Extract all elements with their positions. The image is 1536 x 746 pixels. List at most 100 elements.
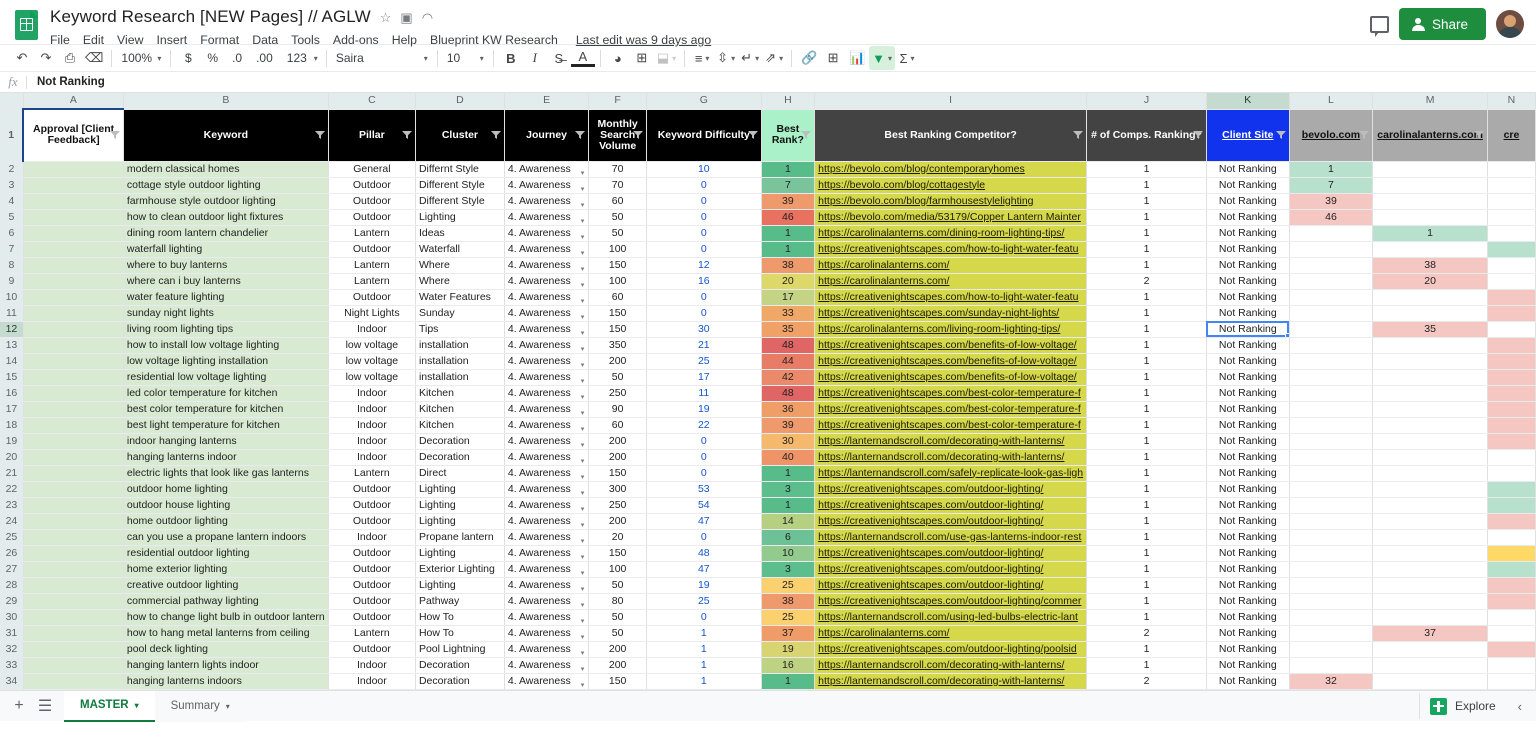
cell-keyword-difficulty[interactable]: 25 [646, 593, 762, 610]
cell-creativenightscapes[interactable] [1487, 241, 1536, 258]
cell-approval[interactable] [23, 593, 124, 610]
table-row[interactable]: 13 how to install low voltage lighting low… [0, 337, 1536, 354]
row-header-14[interactable]: 14 [0, 353, 24, 370]
cell-keyword-difficulty[interactable]: 1 [646, 673, 762, 690]
cell-bevolo[interactable] [1289, 529, 1374, 546]
collapse-panel-icon[interactable]: ‹ [1512, 699, 1528, 714]
cell-bevolo[interactable] [1289, 561, 1374, 578]
cell-num-comps-ranking[interactable]: 1 [1086, 513, 1207, 530]
cell-carolinalanterns[interactable]: 35 [1372, 321, 1488, 338]
cell-keyword[interactable]: residential low voltage lighting [123, 369, 329, 386]
cell-bevolo[interactable] [1289, 465, 1374, 482]
column-header-b[interactable]: B [123, 93, 329, 110]
cell-pillar[interactable]: Lantern [328, 465, 416, 482]
cell-cluster[interactable]: Decoration [415, 673, 505, 690]
cell-cluster[interactable]: installation [415, 369, 505, 386]
cell-journey[interactable]: 4. Awareness ▾ [504, 433, 590, 450]
cell-dropdown-icon[interactable]: ▾ [581, 534, 585, 545]
cell-monthly-search-volume[interactable]: 200 [588, 641, 647, 658]
cell-carolinalanterns[interactable] [1372, 481, 1488, 498]
cell-cluster[interactable]: Decoration [415, 449, 505, 466]
cell-dropdown-icon[interactable]: ▾ [581, 278, 585, 289]
cell-dropdown-icon[interactable]: ▾ [581, 582, 585, 593]
cell-num-comps-ranking[interactable]: 1 [1086, 593, 1207, 610]
undo-icon[interactable]: ↶ [10, 46, 34, 70]
cell-dropdown-icon[interactable]: ▾ [581, 198, 585, 209]
cell-num-comps-ranking[interactable]: 1 [1086, 321, 1207, 338]
cell-approval[interactable] [23, 385, 124, 402]
cell-keyword-difficulty[interactable]: 10 [646, 161, 762, 178]
cell-approval[interactable] [23, 433, 124, 450]
menu-data[interactable]: Data [252, 33, 278, 47]
cell-monthly-search-volume[interactable]: 150 [588, 465, 647, 482]
cell-journey[interactable]: 4. Awareness ▾ [504, 625, 590, 642]
cell-carolinalanterns[interactable] [1372, 593, 1488, 610]
row-header-2[interactable]: 2 [0, 161, 24, 178]
cell-num-comps-ranking[interactable]: 1 [1086, 417, 1207, 434]
cell-creativenightscapes[interactable] [1487, 225, 1536, 242]
table-row[interactable]: 18 best light temperature for kitchen Indo… [0, 417, 1536, 434]
cell-cluster[interactable]: Pool Lightning [415, 641, 505, 658]
cell-pillar[interactable]: Lantern [328, 257, 416, 274]
cell-best-ranking-competitor[interactable]: https://creativenightscapes.com/best-col… [814, 385, 1088, 402]
comment-icon[interactable] [1369, 15, 1389, 37]
cell-pillar[interactable]: Outdoor [328, 561, 416, 578]
cell-best-ranking-competitor[interactable]: https://carolinalanterns.com/ [814, 625, 1088, 642]
cell-approval[interactable] [23, 641, 124, 658]
column-header-g[interactable]: G [646, 93, 762, 110]
cell-best-ranking-competitor[interactable]: https://lanternandscroll.com/decorating-… [814, 673, 1088, 690]
cell-cluster[interactable]: Lighting [415, 577, 505, 594]
cell-cluster[interactable]: Direct [415, 465, 505, 482]
cell-monthly-search-volume[interactable]: 100 [588, 241, 647, 258]
cell-num-comps-ranking[interactable]: 1 [1086, 545, 1207, 562]
cell-monthly-search-volume[interactable]: 60 [588, 289, 647, 306]
column-header-l[interactable]: L [1289, 93, 1374, 110]
cell-pillar[interactable]: Outdoor [328, 193, 416, 210]
cell-dropdown-icon[interactable]: ▾ [581, 294, 585, 305]
cell-best-ranking-competitor[interactable]: https://creativenightscapes.com/benefits… [814, 369, 1088, 386]
cell-keyword-difficulty[interactable]: 48 [646, 545, 762, 562]
cell-best-ranking-competitor[interactable]: https://creativenightscapes.com/how-to-l… [814, 241, 1088, 258]
cell-monthly-search-volume[interactable]: 50 [588, 225, 647, 242]
cell-client-site[interactable]: Not Ranking [1206, 209, 1290, 226]
cell-pillar[interactable]: Outdoor [328, 641, 416, 658]
cell-pillar[interactable]: Outdoor [328, 513, 416, 530]
cell-dropdown-icon[interactable]: ▾ [581, 518, 585, 529]
cell-approval[interactable] [23, 497, 124, 514]
cell-creativenightscapes[interactable] [1487, 433, 1536, 450]
cell-best-rank[interactable]: 6 [761, 529, 816, 546]
cell-best-rank[interactable]: 25 [761, 577, 816, 594]
cell-dropdown-icon[interactable]: ▾ [581, 630, 585, 641]
cell-keyword-difficulty[interactable]: 30 [646, 321, 762, 338]
cell-cluster[interactable]: Decoration [415, 433, 505, 450]
cell-creativenightscapes[interactable] [1487, 641, 1536, 658]
cell-client-site[interactable]: Not Ranking [1206, 625, 1290, 642]
cell-pillar[interactable]: Outdoor [328, 481, 416, 498]
cell-carolinalanterns[interactable] [1372, 193, 1488, 210]
cell-approval[interactable] [23, 401, 124, 418]
cell-bevolo[interactable] [1289, 417, 1374, 434]
cell-keyword[interactable]: led color temperature for kitchen [123, 385, 329, 402]
cell-carolinalanterns[interactable] [1372, 305, 1488, 322]
table-row[interactable]: 3 cottage style outdoor lighting Outdoor Di… [0, 177, 1536, 194]
cell-approval[interactable] [23, 625, 124, 642]
cell-best-ranking-competitor[interactable]: https://lanternandscroll.com/decorating-… [814, 449, 1088, 466]
cell-bevolo[interactable] [1289, 337, 1374, 354]
cell-creativenightscapes[interactable] [1487, 529, 1536, 546]
cell-dropdown-icon[interactable]: ▾ [581, 614, 585, 625]
cell-num-comps-ranking[interactable]: 1 [1086, 609, 1207, 626]
column-header-cell-b[interactable]: Keyword [123, 109, 329, 162]
cell-keyword[interactable]: low voltage lighting installation [123, 353, 329, 370]
table-row[interactable]: 8 where to buy lanterns Lantern Where 4. Awa… [0, 257, 1536, 274]
cell-client-site[interactable]: Not Ranking [1206, 673, 1290, 690]
cell-pillar[interactable]: Indoor [328, 385, 416, 402]
menu-add-ons[interactable]: Add-ons [333, 33, 379, 47]
cell-pillar[interactable]: Outdoor [328, 241, 416, 258]
cell-pillar[interactable]: Indoor [328, 321, 416, 338]
table-row[interactable]: 21 electric lights that look like gas lan… [0, 465, 1536, 482]
cell-dropdown-icon[interactable]: ▾ [581, 390, 585, 401]
cell-journey[interactable]: 4. Awareness ▾ [504, 449, 590, 466]
cell-keyword-difficulty[interactable]: 47 [646, 561, 762, 578]
row-header-7[interactable]: 7 [0, 241, 24, 258]
cell-pillar[interactable]: Lantern [328, 225, 416, 242]
